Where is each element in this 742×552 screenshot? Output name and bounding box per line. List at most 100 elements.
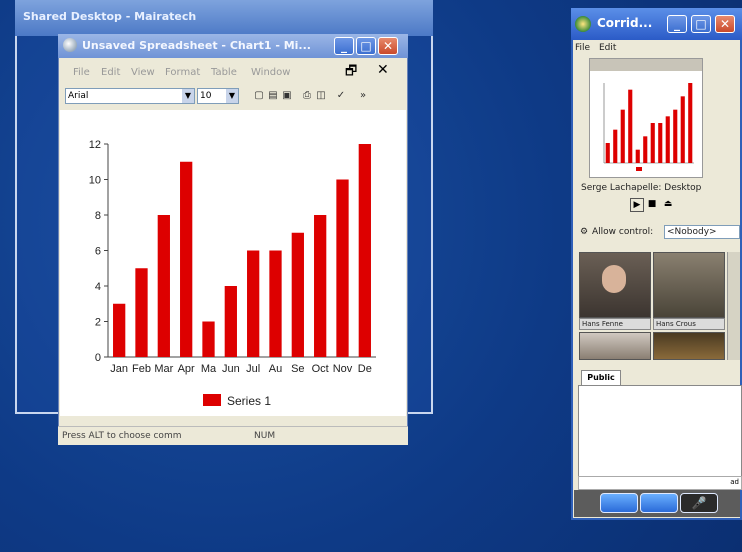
y-tick-label: 4: [95, 281, 101, 293]
menu-window[interactable]: Window: [251, 67, 290, 78]
participant-name: Hans Crous: [653, 318, 725, 330]
corridor-menu-bar: File Edit: [573, 42, 740, 56]
thumb-bar: [605, 143, 610, 163]
app-icon: [63, 38, 77, 52]
thumb-bar: [673, 109, 678, 163]
bar: [314, 215, 327, 357]
legend-swatch: [203, 394, 221, 406]
participant-face: [602, 265, 626, 293]
open-icon[interactable]: ▤: [267, 90, 279, 102]
corridor-bottom-toolbar: 🎤: [574, 490, 740, 517]
bar: [157, 215, 170, 357]
print-icon[interactable]: ⎙: [301, 90, 313, 102]
corridor-close-button[interactable]: ✕: [715, 15, 735, 33]
x-tick-label: Jul: [246, 363, 260, 375]
bar-chart: 0 2 4 6 8 10 12 Jan Feb Mar Apr Ma Jun Jul Au Se Oct Nov D…: [89, 139, 376, 408]
menu-table[interactable]: Table: [211, 67, 237, 78]
menu-edit[interactable]: Edit: [101, 67, 120, 78]
x-tick-label: Ma: [201, 363, 217, 375]
corridor-maximize-button[interactable]: □: [691, 15, 711, 33]
font-size-select[interactable]: 10 ▼: [197, 88, 239, 104]
thumbnail-chart: [590, 59, 702, 171]
thumb-bar: [620, 109, 625, 163]
restore-icon[interactable]: 🗗: [345, 62, 357, 84]
minimize-button[interactable]: _: [334, 37, 354, 55]
y-tick-label: 12: [89, 139, 101, 151]
status-bar: Press ALT to choose comm NUM: [58, 426, 408, 445]
eject-icon[interactable]: ⏏: [662, 198, 674, 210]
participant-video[interactable]: [579, 332, 651, 360]
bar: [135, 268, 148, 357]
font-name-select[interactable]: Arial ▼: [65, 88, 195, 104]
status-num: NUM: [254, 431, 276, 441]
corridor-title: Corrid...: [597, 16, 653, 30]
thumb-bar: [613, 129, 618, 163]
font-name-value: Arial: [68, 91, 89, 101]
close-button[interactable]: ✕: [378, 37, 398, 55]
control-icon: ⚙: [580, 227, 589, 237]
status-message: Press ALT to choose comm: [62, 431, 182, 441]
thumb-bar: [680, 96, 685, 163]
font-size-value: 10: [200, 91, 212, 101]
participant-video[interactable]: [579, 252, 651, 318]
bar: [113, 303, 126, 357]
x-tick-label: Mar: [154, 363, 173, 375]
new-icon[interactable]: ▢: [253, 90, 265, 102]
y-tick-label: 6: [95, 246, 101, 258]
menu-file[interactable]: File: [73, 67, 90, 78]
preview-icon[interactable]: ◫: [315, 90, 327, 102]
desktop-share-button[interactable]: [600, 493, 638, 513]
bar: [358, 144, 371, 357]
play-icon[interactable]: ▶: [630, 198, 644, 212]
more-icon[interactable]: »: [357, 90, 369, 102]
spreadsheet-title: Unsaved Spreadsheet - Chart1 - Mi...: [82, 39, 311, 52]
tab-public[interactable]: Public: [581, 370, 621, 385]
y-tick-label: 2: [95, 317, 101, 329]
x-tick-label: Nov: [333, 363, 353, 375]
stop-icon[interactable]: ■: [646, 198, 658, 210]
microphone-button[interactable]: 🎤: [680, 493, 718, 513]
allow-control-row: ⚙ Allow control: <Nobody>: [580, 225, 740, 241]
allow-control-value: <Nobody>: [667, 227, 717, 237]
x-tick-label: De: [358, 363, 372, 375]
save-icon[interactable]: ▣: [281, 90, 293, 102]
thumb-bar: [635, 149, 640, 163]
x-tick-label: Feb: [132, 363, 151, 375]
thumb-bar: [628, 89, 633, 163]
chevron-down-icon: ▼: [226, 89, 238, 103]
corridor-titlebar[interactable]: Corrid... _ □ ✕: [571, 8, 742, 40]
bar: [247, 250, 260, 357]
participant-name: Hans Fenne: [579, 318, 651, 330]
bar: [202, 321, 215, 357]
allow-control-select[interactable]: <Nobody>: [664, 225, 740, 239]
participant-video[interactable]: [653, 332, 725, 360]
x-tick-label: Oct: [312, 363, 329, 375]
playback-controls: ▶ ■ ⏏: [630, 198, 690, 212]
spreadsheet-titlebar[interactable]: Unsaved Spreadsheet - Chart1 - Mi... _ □…: [58, 34, 408, 58]
maximize-button[interactable]: □: [356, 37, 376, 55]
x-tick-label: Jan: [110, 363, 128, 375]
close-doc-icon[interactable]: ✕: [377, 62, 389, 78]
chat-input[interactable]: ad: [578, 476, 742, 490]
corridor-menu-file[interactable]: File: [575, 43, 590, 53]
participants-scrollbar[interactable]: [727, 252, 740, 360]
menu-format[interactable]: Format: [165, 67, 200, 78]
bar: [291, 232, 304, 357]
desktop-thumbnail[interactable]: [589, 58, 703, 178]
spellcheck-icon[interactable]: ✓: [335, 90, 347, 102]
thumb-bar: [658, 123, 663, 163]
corridor-menu-edit[interactable]: Edit: [599, 43, 616, 53]
bar: [180, 161, 193, 357]
bar: [224, 286, 237, 357]
chevron-down-icon: ▼: [182, 89, 194, 103]
menu-view[interactable]: View: [131, 67, 155, 78]
participant-video[interactable]: [653, 252, 725, 318]
y-tick-label: 8: [95, 210, 101, 222]
shared-desktop-titlebar[interactable]: Shared Desktop - Mairatech: [15, 0, 433, 36]
legend-label: Series 1: [227, 394, 271, 408]
presenter-label: Serge Lachapelle: Desktop: [581, 183, 702, 193]
speaker-button[interactable]: [640, 493, 678, 513]
chart-area: 0 2 4 6 8 10 12 Jan Feb Mar Apr Ma Jun Jul Au Se Oct Nov D…: [60, 110, 406, 416]
corridor-minimize-button[interactable]: _: [667, 15, 687, 33]
shared-desktop-title: Shared Desktop - Mairatech: [23, 10, 197, 23]
